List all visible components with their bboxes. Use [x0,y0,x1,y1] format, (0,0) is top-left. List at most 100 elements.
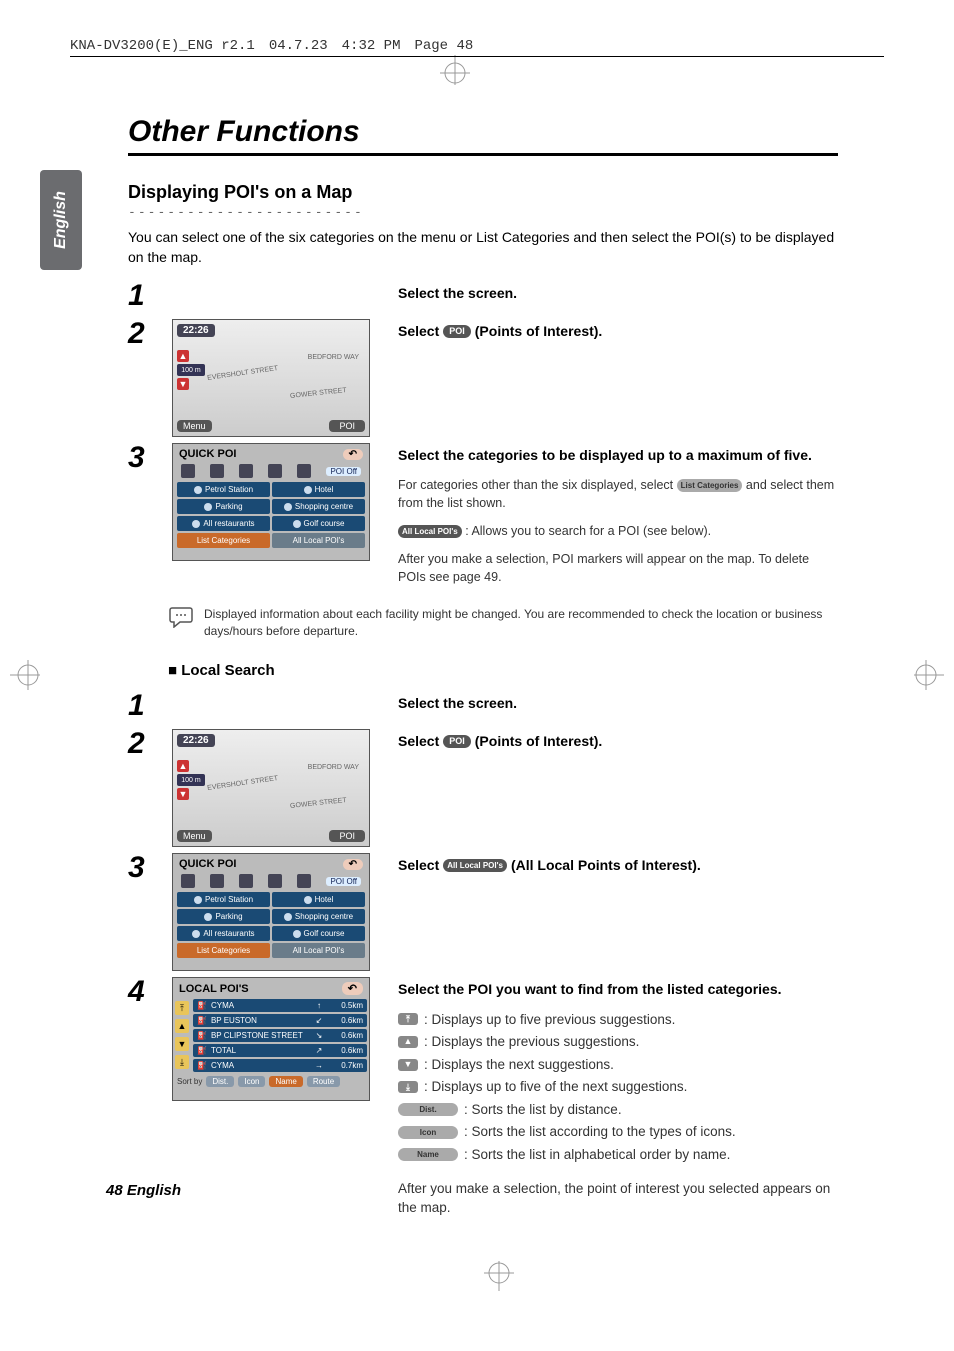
qp-cell: All restaurants [177,926,270,941]
poi-off-button: POI Off [326,467,361,476]
language-tab-label: English [52,191,70,249]
step-number: 1 [128,691,172,721]
step-number: 4 [128,977,172,1007]
bottom-icon: ⤓ [398,1081,418,1093]
step-title: Select POI (Points of Interest). [398,321,838,341]
gas-icon: ⛽ [197,1031,207,1040]
poi-distance: 0.6km [329,1031,363,1040]
qp-cell: Parking [177,909,270,924]
zoom-out-icon: ▼ [177,788,189,800]
qp-icon [210,874,224,888]
map-zoom: ▲ 100 m ▼ [177,760,205,800]
page-title: Other Functions [128,115,838,156]
map-menu-button: Menu [177,830,212,842]
poi-direction: ↑ [313,1001,325,1010]
zoom-out-icon: ▼ [177,378,189,390]
poi-direction: ↘ [313,1031,325,1040]
street-label: BEDFORD WAY [308,764,359,771]
map-menu-button: Menu [177,420,212,432]
step-b1: 1 Select the screen. [128,691,838,723]
qp-cell-all-local: All Local POI's [272,533,365,548]
crop-mark-right [904,655,944,700]
sort-icon-button: Icon [238,1076,265,1087]
figure-quick-poi-1: QUICK POI ↶ POI Off Petrol Station Hotel… [172,443,370,561]
after-text: After you make a selection, the point of… [398,1179,838,1218]
step-number: 2 [128,319,172,349]
qp-icon [297,874,311,888]
qp-cell: Petrol Station [177,482,270,497]
legend-text: : Sorts the list in alphabetical order b… [464,1145,730,1165]
step-title-post: (Points of Interest). [475,731,603,751]
step-title: Select All Local POI's (All Local Points… [398,855,838,875]
qp-icon [239,874,253,888]
step-title-post: (Points of Interest). [475,321,603,341]
crop-mark-left [10,655,50,700]
heading-dashes: ------------------------ [128,205,838,220]
step-b4: 4 LOCAL POI'S ↶ ⤒ ▲ ▼ ⤓ ⛽CYMA↑0.5km⛽BP E… [128,977,838,1227]
poi-direction: → [313,1061,325,1070]
page-footer: 48 English [106,1182,181,1199]
list-bottom-button: ⤓ [175,1055,189,1069]
legend-list: ⤒: Displays up to five previous suggesti… [398,1010,838,1165]
poi-name: TOTAL [211,1046,309,1055]
map-time: 22:26 [177,734,215,747]
qp-icon [181,464,195,478]
figure-map-2: 22:26 ▲ 100 m ▼ EVERSHOLT STREET BEDFORD… [172,729,370,847]
poi-name: BP CLIPSTONE STREET [211,1031,309,1040]
qp-cell: Shopping centre [272,909,365,924]
sort-name-button: Name [269,1076,302,1087]
list-row: ⛽ BP CLIPSTONE STREET ↘ 0.6km [193,1029,367,1042]
list-categories-pill: List Categories [677,479,743,492]
local-search-heading: ■ Local Search [168,662,838,679]
zoom-in-icon: ▲ [177,760,189,772]
doc-date: 04.7.23 [269,38,328,54]
qp-cell: Golf course [272,926,365,941]
map-scale: 100 m [177,774,205,786]
map-poi-button: POI [329,420,365,432]
language-tab: English [40,170,82,270]
qp-icon [268,464,282,478]
qp-icon [268,874,282,888]
step-a2: 2 22:26 ▲ 100 m ▼ EVERSHOLT STREET BEDFO… [128,319,838,437]
step-b2: 2 22:26 ▲ 100 m ▼ EVERSHOLT STREET BEDFO… [128,729,838,847]
dist-pill: Dist. [398,1103,458,1116]
body-text: For categories other than the six displa… [398,478,673,492]
crop-mark-bottom-center [479,1251,519,1296]
document-header: KNA-DV3200(E)_ENG r2.1 04.7.23 4:32 PM P… [70,38,884,57]
map-time: 22:26 [177,324,215,337]
poi-off-button: POI Off [326,877,361,886]
poi-pill: POI [443,735,471,748]
qp-cell: Shopping centre [272,499,365,514]
map-poi-button: POI [329,830,365,842]
up-icon: ▲ [398,1036,418,1048]
legend-text: : Displays the next suggestions. [424,1055,614,1075]
down-icon: ▼ [398,1059,418,1071]
qp-cell: Golf course [272,516,365,531]
step-title: Select the screen. [398,693,838,713]
street-label: EVERSHOLT STREET [207,366,279,383]
legend-text: : Displays up to five of the next sugges… [424,1077,687,1097]
crop-mark-top-center [435,55,475,100]
sort-dist-button: Dist. [206,1076,234,1087]
poi-direction: ↙ [313,1016,325,1025]
back-icon: ↶ [343,859,363,870]
poi-direction: ↗ [313,1046,325,1055]
legend-text: : Sorts the list according to the types … [464,1122,736,1142]
figure-local-pois: LOCAL POI'S ↶ ⤒ ▲ ▼ ⤓ ⛽CYMA↑0.5km⛽BP EUS… [172,977,370,1101]
quick-poi-title: QUICK POI [179,858,236,870]
step-title-pre: Select [398,855,439,875]
list-row: ⛽BP EUSTON↙0.6km [193,1014,367,1027]
doc-file: KNA-DV3200(E)_ENG r2.1 [70,38,255,54]
step-b3: 3 QUICK POI ↶ POI Off Petrol Station H [128,853,838,971]
qp-cell-list-categories: List Categories [177,533,270,548]
qp-icon [210,464,224,478]
qp-cell: Hotel [272,892,365,907]
local-pois-title: LOCAL POI'S [179,983,249,995]
step-title-pre: Select [398,731,439,751]
legend-text: : Displays up to five previous suggestio… [424,1010,675,1030]
map-scale: 100 m [177,364,205,376]
all-local-pois-pill: All Local POI's [443,859,507,872]
poi-distance: 0.6km [329,1046,363,1055]
subsection-heading: Displaying POI's on a Map [128,182,838,203]
list-up-button: ▲ [175,1019,189,1033]
